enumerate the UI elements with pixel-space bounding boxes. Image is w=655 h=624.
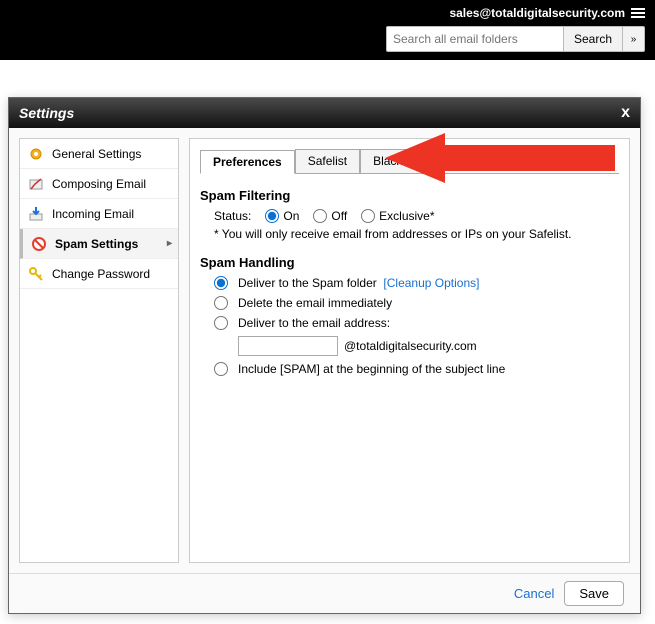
incoming-icon [28,206,44,222]
status-label: Status: [214,209,251,223]
dialog-body: General Settings Composing Email Incomin… [9,128,640,573]
tab-blacklist[interactable]: Blacklist [360,149,430,173]
handling-option-label: Delete the email immediately [238,296,392,310]
spam-handling-options: Deliver to the Spam folder [Cleanup Opti… [214,276,619,376]
handling-option-subject-tag[interactable]: Include [SPAM] at the beginning of the s… [214,362,619,376]
compose-icon [28,176,44,192]
status-row: Status: On Off Exclusive* [214,209,619,223]
dialog-title: Settings [19,105,74,121]
status-option-label: On [283,209,299,223]
tab-preferences[interactable]: Preferences [200,150,295,174]
search-row: Search » [386,26,645,52]
key-icon [28,266,44,282]
sidebar-item-label: Incoming Email [52,207,134,221]
handling-option-label: Deliver to the Spam folder [238,276,377,290]
sidebar-item-composing-email[interactable]: Composing Email [20,169,178,199]
forward-email-domain: @totaldigitalsecurity.com [344,339,477,353]
status-option-on[interactable]: On [265,209,299,223]
hamburger-icon[interactable] [631,8,645,18]
radio-deliver-spam-folder[interactable] [214,276,228,290]
exclusive-note: * You will only receive email from addre… [214,227,619,241]
status-option-exclusive[interactable]: Exclusive* [361,209,434,223]
top-bar: sales@totaldigitalsecurity.com Search » [0,0,655,60]
handling-option-delete[interactable]: Delete the email immediately [214,296,619,310]
sidebar-item-change-password[interactable]: Change Password [20,259,178,289]
chevron-double-icon: » [631,34,637,45]
status-option-label: Off [331,209,347,223]
settings-content: Preferences Safelist Blacklist Spam Filt… [189,138,630,563]
sidebar-item-spam-settings[interactable]: Spam Settings ▸ [20,229,178,259]
status-option-off[interactable]: Off [313,209,347,223]
handling-option-label: Deliver to the email address: [238,316,390,330]
account-row: sales@totaldigitalsecurity.com [449,6,645,20]
spam-handling-heading: Spam Handling [200,255,619,270]
search-input[interactable] [386,26,564,52]
radio-exclusive[interactable] [361,209,375,223]
sidebar-item-label: General Settings [52,147,141,161]
account-email: sales@totaldigitalsecurity.com [449,6,625,20]
dialog-footer: Cancel Save [9,573,640,613]
sidebar-item-label: Spam Settings [55,237,138,251]
sidebar-item-label: Change Password [52,267,150,281]
handling-option-spam-folder[interactable]: Deliver to the Spam folder [Cleanup Opti… [214,276,619,290]
forward-email-input[interactable] [238,336,338,356]
search-button[interactable]: Search [564,26,623,52]
dialog-titlebar: Settings x [9,98,640,128]
sidebar-item-incoming-email[interactable]: Incoming Email [20,199,178,229]
radio-include-spam-tag[interactable] [214,362,228,376]
sidebar-item-label: Composing Email [52,177,146,191]
tabs: Preferences Safelist Blacklist [200,149,619,174]
settings-sidebar: General Settings Composing Email Incomin… [19,138,179,563]
handling-option-label: Include [SPAM] at the beginning of the s… [238,362,505,376]
settings-dialog: Settings x General Settings Composing Em… [8,97,641,614]
spam-filtering-heading: Spam Filtering [200,188,619,203]
gear-icon [28,146,44,162]
cleanup-options-link[interactable]: [Cleanup Options] [383,276,479,290]
sidebar-item-general-settings[interactable]: General Settings [20,139,178,169]
tab-safelist[interactable]: Safelist [295,149,360,173]
status-option-label: Exclusive* [379,209,434,223]
cancel-button[interactable]: Cancel [514,586,554,601]
close-icon[interactable]: x [621,104,630,122]
radio-on[interactable] [265,209,279,223]
spam-icon [31,236,47,252]
radio-delete-immediately[interactable] [214,296,228,310]
chevron-right-icon: ▸ [167,238,172,249]
forward-email-row: @totaldigitalsecurity.com [238,336,619,356]
save-button[interactable]: Save [564,581,624,606]
search-more-button[interactable]: » [623,26,645,52]
handling-option-forward[interactable]: Deliver to the email address: [214,316,619,330]
radio-off[interactable] [313,209,327,223]
radio-deliver-address[interactable] [214,316,228,330]
